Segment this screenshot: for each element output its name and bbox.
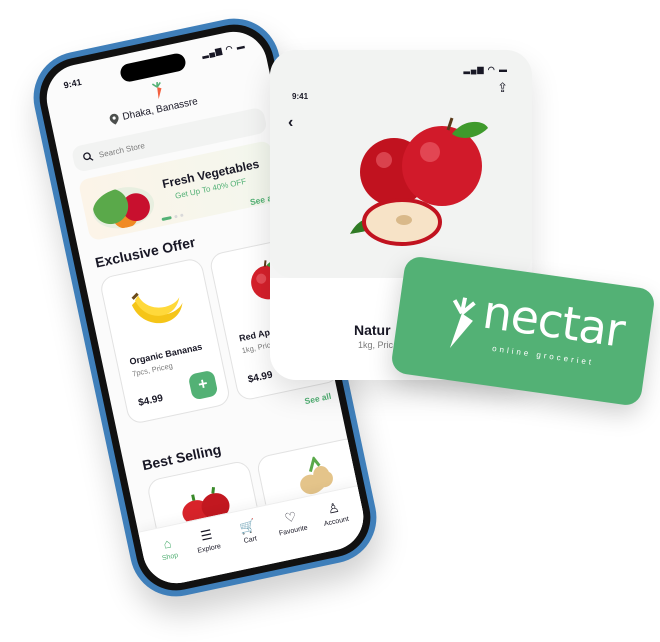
status-time: 9:41 (292, 92, 309, 101)
store-icon: ⌂ (161, 535, 173, 552)
nav-shop[interactable]: ⌂ Shop (146, 533, 190, 565)
carrot-logo-icon (151, 81, 162, 100)
back-arrow-icon[interactable]: ‹ (288, 114, 293, 132)
dynamic-island (118, 51, 188, 84)
add-to-cart-button[interactable]: + (187, 369, 219, 401)
search-placeholder: Search Store (97, 140, 146, 160)
nav-cart[interactable]: 🛒 Cart (227, 516, 271, 548)
nav-account[interactable]: ♙ Account (313, 498, 357, 530)
status-time: 9:41 (62, 76, 83, 91)
nav-label: Cart (243, 535, 258, 545)
cart-icon: 🛒 (237, 517, 257, 536)
bananas-image (131, 292, 183, 324)
vegetables-image (89, 181, 158, 234)
nav-label: Explore (196, 542, 222, 555)
product-title: Natur (354, 322, 391, 338)
product-card-bananas[interactable]: Organic Bananas 7pcs, Priceg $4.99 + (98, 256, 232, 426)
explore-icon: ☰ (199, 526, 214, 544)
status-icons: ▂▄▆ ◠ ▬ (463, 65, 508, 74)
brand-logo-card: nectar online groceriet (390, 255, 656, 407)
search-icon (83, 152, 94, 161)
nav-label: Shop (161, 552, 179, 563)
product-price: $4.99 (137, 392, 165, 409)
status-icons: ▂▄▆ ◠ ▬ (201, 40, 247, 60)
nav-explore[interactable]: ☰ Explore (185, 525, 229, 557)
location-pin-icon (109, 113, 119, 125)
apples-image (350, 117, 488, 246)
carrot-logo-icon (449, 297, 476, 348)
share-icon[interactable]: ⇪ (497, 80, 508, 96)
best-selling-see-all-link[interactable]: See all (304, 391, 332, 406)
location-text: Dhaka, Banassre (121, 96, 199, 123)
nav-favourite[interactable]: ♡ Favourite (270, 507, 314, 539)
product-subtitle: 1kg, Pric (358, 340, 394, 350)
nav-label: Account (323, 515, 350, 528)
